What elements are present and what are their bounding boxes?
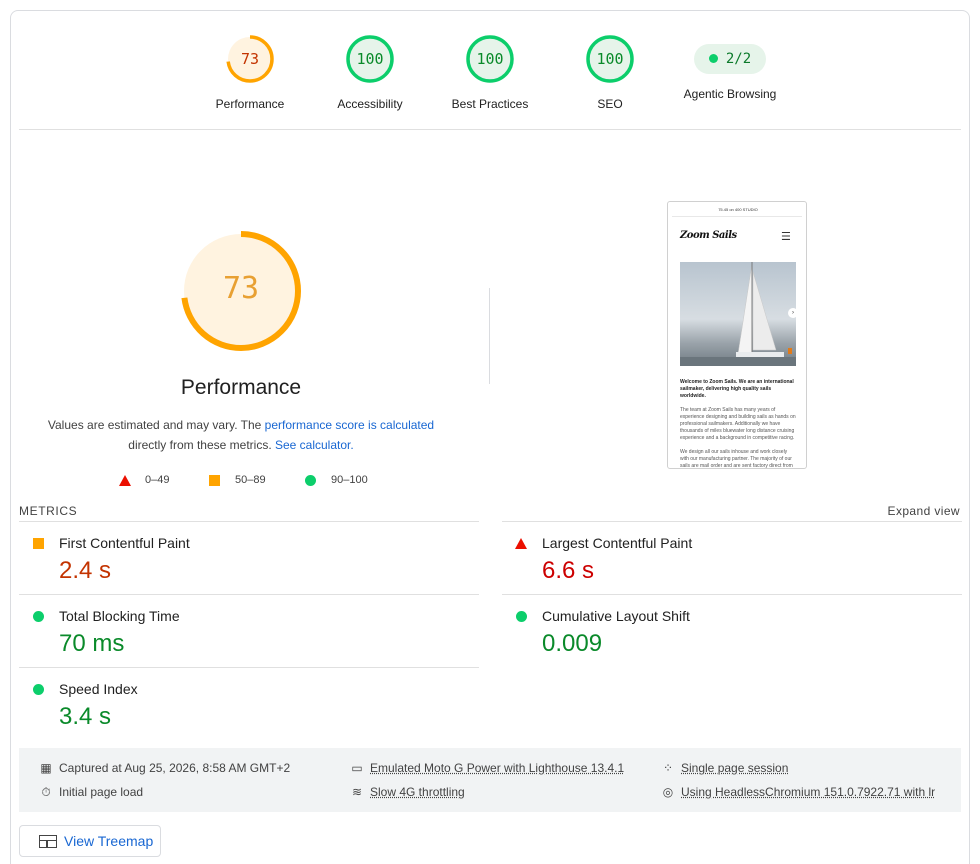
view-treemap-button[interactable]: View Treemap (19, 825, 161, 857)
performance-main-gauge: 73 (179, 229, 303, 353)
category-label: Accessibility (310, 97, 430, 111)
calendar-icon: ▦ (39, 761, 53, 775)
metric-name: Largest Contentful Paint (542, 535, 692, 551)
desc-text: Values are estimated and may vary. The (48, 418, 265, 432)
throttling-text: Slow 4G throttling (370, 785, 465, 799)
triangle-icon (119, 475, 131, 486)
divider (19, 129, 961, 130)
category-seo[interactable]: 100 SEO (550, 34, 670, 111)
captured-at: ▦ Captured at Aug 25, 2026, 8:58 AM GMT+… (39, 761, 290, 775)
emulated-device[interactable]: ▭ Emulated Moto G Power with Lighthouse … (350, 761, 624, 775)
agentic-browsing-score: 2/2 (726, 51, 751, 67)
desc-text: directly from these metrics. (128, 438, 275, 452)
category-agentic-browsing[interactable]: 2/2 Agentic Browsing (670, 34, 790, 101)
initial-text: Initial page load (59, 785, 143, 799)
seo-score: 100 (585, 34, 635, 84)
session-type[interactable]: ⁘ Single page session (661, 761, 788, 775)
pass-dot-icon (709, 54, 718, 63)
treemap-icon (39, 835, 57, 848)
legend-label: 0–49 (145, 474, 169, 486)
performance-title: Performance (130, 376, 352, 400)
metric-value: 0.009 (542, 630, 602, 658)
legend-label: 90–100 (331, 474, 368, 486)
device-text: Emulated Moto G Power with Lighthouse 13… (370, 761, 624, 775)
category-label: Best Practices (430, 97, 550, 111)
screenshot-text: Welcome to Zoom Sails. We are an interna… (680, 379, 796, 469)
best-practices-score: 100 (465, 34, 515, 84)
view-treemap-label: View Treemap (64, 833, 153, 849)
browser-text: Using HeadlessChromium 151.0.7922.71 wit… (681, 785, 935, 799)
category-label: Agentic Browsing (670, 87, 790, 101)
triangle-icon (515, 538, 527, 549)
performance-score: 73 (225, 34, 275, 84)
metric-name: First Contentful Paint (59, 535, 190, 551)
metric-si: Speed Index 3.4 s (19, 667, 479, 740)
metric-name: Total Blocking Time (59, 608, 180, 624)
session-icon: ⁘ (661, 761, 675, 775)
screenshot-headline: Welcome to Zoom Sails. We are an interna… (680, 379, 794, 399)
carousel-next-icon: › (788, 308, 796, 318)
score-calculated-link[interactable]: performance score is calculated (265, 418, 434, 432)
session-text: Single page session (681, 761, 788, 775)
wifi-icon: ≋ (350, 785, 364, 799)
seo-gauge: 100 (585, 34, 635, 84)
browser-version[interactable]: ◎ Using HeadlessChromium 151.0.7922.71 w… (661, 785, 935, 799)
legend-average: 50–89 (209, 474, 266, 486)
category-performance[interactable]: 73 Performance (190, 34, 310, 111)
chrome-icon: ◎ (661, 785, 675, 799)
category-best-practices[interactable]: 100 Best Practices (430, 34, 550, 111)
captured-text: Captured at Aug 25, 2026, 8:58 AM GMT+2 (59, 761, 290, 775)
legend-poor: 0–49 (119, 474, 169, 486)
circle-icon (33, 611, 44, 622)
screenshot-para: The team at Zoom Sails has many years of… (680, 407, 796, 441)
network-throttling[interactable]: ≋ Slow 4G throttling (350, 785, 465, 799)
metric-name: Cumulative Layout Shift (542, 608, 690, 624)
performance-main-score: 73 (179, 229, 303, 353)
performance-gauge: 73 (225, 34, 275, 84)
square-icon (33, 538, 44, 549)
metric-tbt: Total Blocking Time 70 ms (19, 594, 479, 667)
stopwatch-icon: ⏱ (39, 785, 53, 799)
runtime-settings: ▦ Captured at Aug 25, 2026, 8:58 AM GMT+… (19, 748, 961, 812)
circle-icon (33, 684, 44, 695)
category-label: SEO (550, 97, 670, 111)
sailboat-photo: › (680, 262, 796, 366)
site-logo: Zoom Sails (680, 230, 737, 241)
metrics-heading: METRICS (19, 504, 77, 518)
screenshot-para: We design all our sails inhouse and work… (680, 449, 793, 469)
square-icon (209, 475, 220, 486)
metric-fcp: First Contentful Paint 2.4 s (19, 521, 479, 594)
metric-cls: Cumulative Layout Shift 0.009 (502, 594, 962, 667)
accessibility-score: 100 (345, 34, 395, 84)
circle-icon (516, 611, 527, 622)
metric-value: 3.4 s (59, 703, 111, 731)
expand-view-toggle[interactable]: Expand view (888, 504, 960, 518)
legend-good: 90–100 (305, 474, 368, 486)
circle-icon (305, 475, 316, 486)
category-label: Performance (190, 97, 310, 111)
category-accessibility[interactable]: 100 Accessibility (310, 34, 430, 111)
metric-value: 6.6 s (542, 557, 594, 585)
initial-load: ⏱ Initial page load (39, 785, 143, 799)
metric-value: 2.4 s (59, 557, 111, 585)
best-practices-gauge: 100 (465, 34, 515, 84)
metric-name: Speed Index (59, 681, 138, 697)
divider (672, 216, 802, 217)
final-screenshot[interactable]: 75.45 on 400 STUDIO Zoom Sails ☰ › Welco… (667, 201, 807, 469)
accessibility-gauge: 100 (345, 34, 395, 84)
hamburger-menu-icon: ☰ (781, 230, 791, 243)
legend-label: 50–89 (235, 474, 266, 486)
vertical-divider (489, 288, 490, 384)
metric-value: 70 ms (59, 630, 124, 658)
see-calculator-link[interactable]: See calculator. (275, 438, 354, 452)
metric-lcp: Largest Contentful Paint 6.6 s (502, 521, 962, 594)
performance-description: Values are estimated and may vary. The p… (40, 415, 442, 455)
device-icon: ▭ (350, 761, 364, 775)
agentic-browsing-badge: 2/2 (694, 44, 766, 74)
